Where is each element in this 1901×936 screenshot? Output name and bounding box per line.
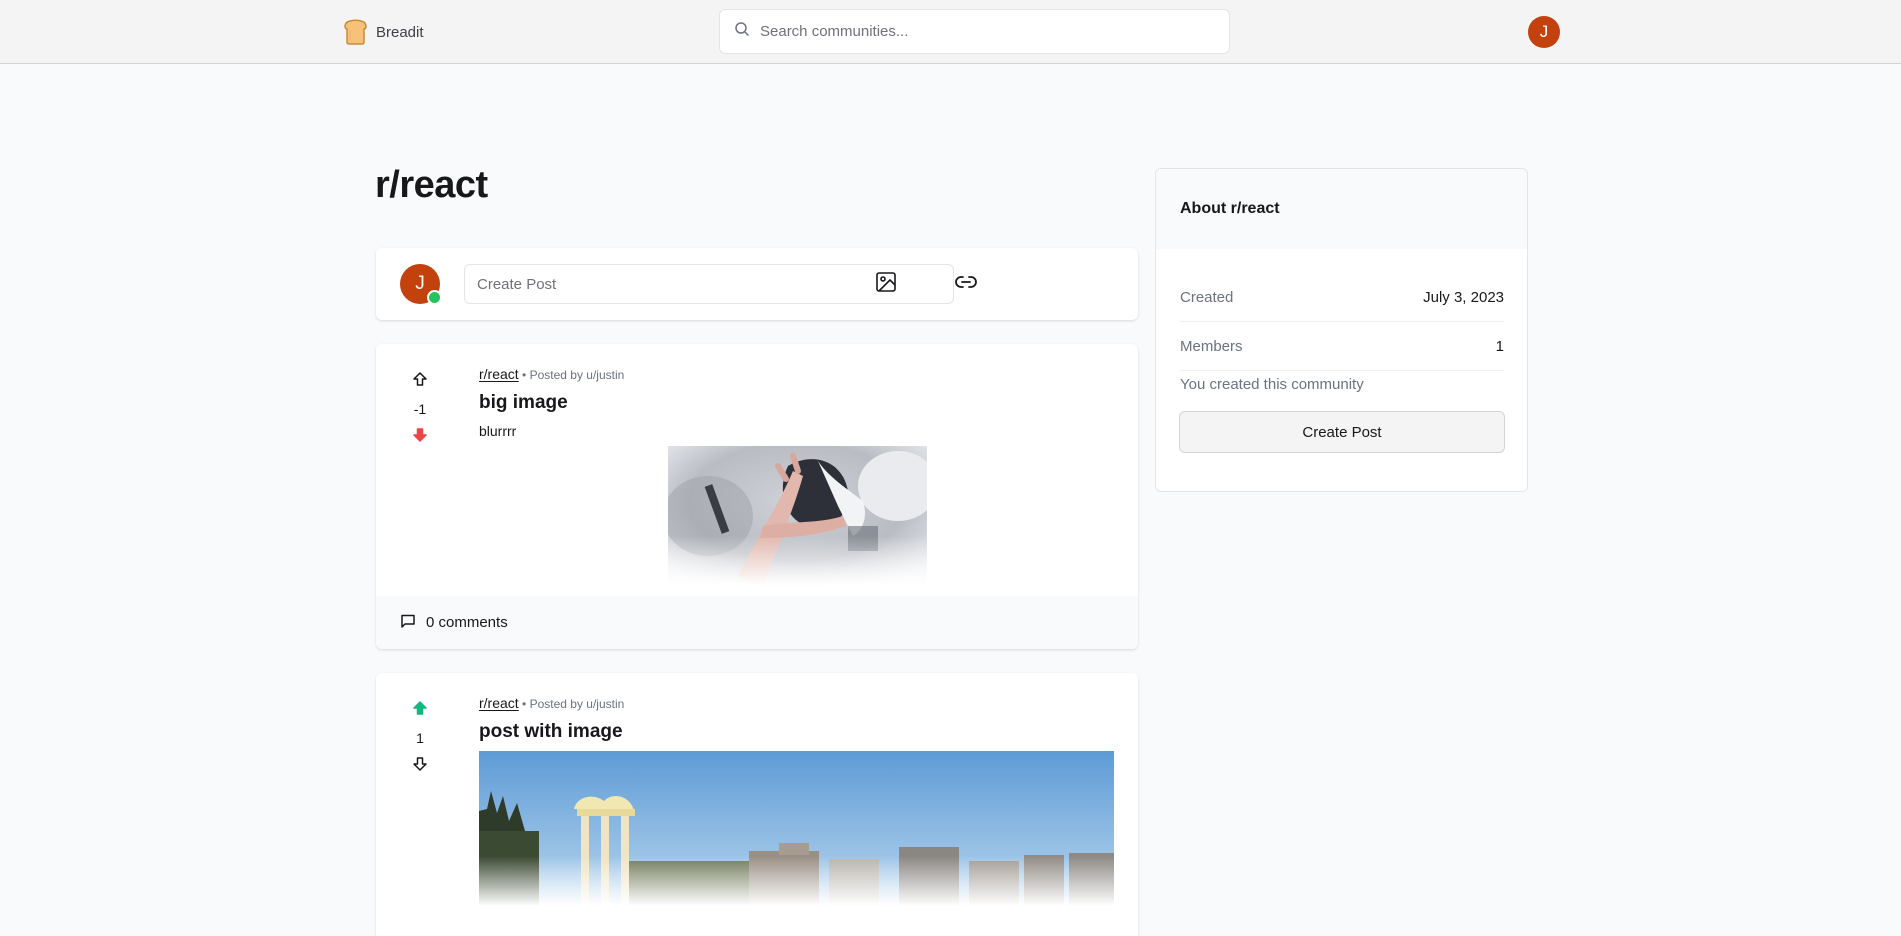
about-community-card: About r/react Created July 3, 2023 Membe… bbox=[1155, 168, 1528, 492]
image-fade-overlay bbox=[668, 536, 927, 586]
create-post-card: J bbox=[376, 248, 1138, 320]
avatar-initial: J bbox=[415, 273, 425, 294]
arrow-big-up-icon bbox=[412, 371, 428, 392]
post-title[interactable]: big image bbox=[479, 392, 568, 414]
post-meta: r/react • Posted by u/justin bbox=[479, 366, 624, 382]
search-icon bbox=[734, 21, 750, 42]
subreddit-link[interactable]: r/react bbox=[479, 695, 519, 711]
vote-score: 1 bbox=[416, 730, 424, 746]
post-card: -1 r/react • Posted by u/justin big imag… bbox=[376, 344, 1138, 649]
avatar-initial: J bbox=[1539, 22, 1549, 41]
message-square-icon bbox=[400, 613, 416, 633]
upvote-button[interactable] bbox=[400, 695, 440, 725]
link-icon bbox=[954, 270, 978, 299]
meta-separator: • bbox=[522, 697, 530, 711]
post-meta: r/react • Posted by u/justin bbox=[479, 695, 624, 711]
vote-controls: -1 bbox=[400, 366, 440, 452]
post-card: 1 r/react • Posted by u/justin post with… bbox=[376, 673, 1138, 936]
created-row: Created July 3, 2023 bbox=[1180, 273, 1504, 322]
arrow-big-down-icon bbox=[412, 756, 428, 777]
create-post-button[interactable]: Create Post bbox=[1179, 411, 1505, 453]
post-image bbox=[479, 751, 1114, 906]
members-count: 1 bbox=[1495, 337, 1504, 355]
image-fade-overlay bbox=[479, 856, 1114, 906]
posted-by: Posted by u/justin bbox=[529, 368, 625, 382]
image-icon bbox=[875, 271, 897, 298]
arrow-big-down-icon bbox=[412, 427, 428, 448]
members-label: Members bbox=[1180, 337, 1243, 355]
upvote-button[interactable] bbox=[400, 366, 440, 396]
meta-separator: • bbox=[522, 368, 530, 382]
brand-name: Breadit bbox=[376, 23, 424, 41]
creator-note: You created this community bbox=[1180, 376, 1364, 393]
created-label: Created bbox=[1180, 288, 1234, 306]
arrow-big-up-icon bbox=[412, 700, 428, 721]
online-status-indicator bbox=[427, 290, 442, 305]
post-title[interactable]: post with image bbox=[479, 721, 623, 743]
subreddit-link[interactable]: r/react bbox=[479, 366, 519, 382]
posted-by: Posted by u/justin bbox=[529, 697, 625, 711]
user-avatar[interactable]: J bbox=[1528, 16, 1560, 48]
post-comments-link[interactable]: 0 comments bbox=[376, 596, 1138, 649]
created-date: July 3, 2023 bbox=[1423, 288, 1504, 306]
brand-link[interactable]: Breadit bbox=[343, 19, 424, 45]
vote-controls: 1 bbox=[400, 695, 440, 781]
post-body-text: blurrrr bbox=[479, 423, 517, 439]
page-title: r/react bbox=[375, 164, 488, 206]
vote-score: -1 bbox=[413, 401, 427, 417]
about-heading: About r/react bbox=[1156, 169, 1527, 249]
search-bar[interactable] bbox=[719, 9, 1230, 54]
link-post-button[interactable] bbox=[946, 264, 986, 304]
navbar: Breadit J bbox=[0, 0, 1901, 64]
post-image bbox=[668, 446, 927, 586]
comment-count: 0 comments bbox=[426, 614, 508, 631]
image-upload-button[interactable] bbox=[866, 264, 906, 304]
downvote-button[interactable] bbox=[400, 422, 440, 452]
members-row: Members 1 bbox=[1180, 322, 1504, 371]
bread-logo-icon bbox=[343, 19, 368, 45]
downvote-button[interactable] bbox=[400, 751, 440, 781]
search-input[interactable] bbox=[760, 23, 1200, 40]
